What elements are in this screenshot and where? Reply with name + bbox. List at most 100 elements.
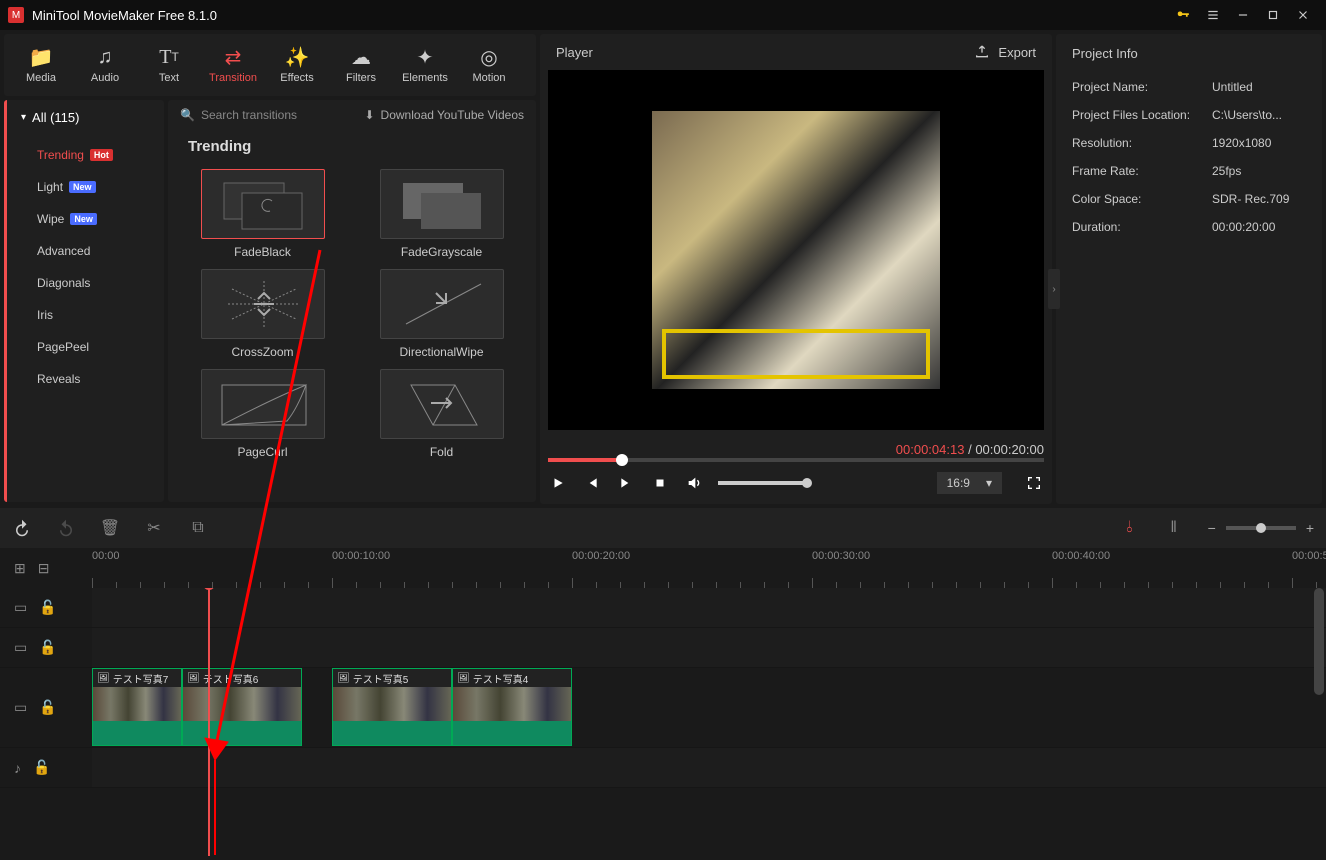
timeline-ruler[interactable]: 00:0000:00:10:0000:00:20:0000:00:30:0000… (92, 548, 1326, 588)
progress-handle[interactable] (616, 454, 628, 466)
timeline-scrollbar[interactable] (1314, 588, 1324, 856)
progress-bar[interactable] (548, 458, 1044, 462)
transition-label: PageCurl (237, 445, 287, 459)
tab-motion[interactable]: ◎Motion (458, 37, 520, 93)
zoom-in-button[interactable]: + (1306, 520, 1314, 536)
stop-button[interactable] (650, 476, 670, 490)
fullscreen-button[interactable] (1024, 475, 1044, 491)
tab-effects[interactable]: ✨Effects (266, 37, 328, 93)
video-track-icon: ▭ (14, 599, 27, 616)
add-track-button[interactable]: ⊞ (14, 560, 26, 577)
export-button[interactable]: Export (974, 44, 1036, 60)
transition-thumb[interactable] (380, 169, 504, 239)
cut-button[interactable]: ✂ (144, 518, 164, 538)
chevron-down-icon: ▾ (21, 112, 26, 123)
category-item-trending[interactable]: TrendingHot (7, 139, 164, 171)
timeline-clip[interactable]: 🖼テスト写真7 (92, 668, 182, 746)
info-value: 1920x1080 (1212, 136, 1306, 150)
zoom-slider[interactable] (1226, 526, 1296, 530)
delete-button[interactable]: 🗑 (100, 518, 120, 538)
audio-track-icon: ♪ (14, 760, 21, 776)
transition-item-directionalwipe[interactable]: DirectionalWipe (367, 269, 516, 359)
track-content[interactable] (92, 588, 1326, 627)
next-frame-button[interactable] (616, 476, 636, 490)
tab-elements-label: Elements (402, 72, 448, 84)
key-icon[interactable] (1168, 0, 1198, 30)
lock-icon[interactable]: 🔓 (39, 639, 56, 656)
category-item-pagepeel[interactable]: PagePeel (7, 331, 164, 363)
category-item-iris[interactable]: Iris (7, 299, 164, 331)
volume-slider[interactable] (718, 481, 808, 485)
tab-media[interactable]: 📁Media (10, 37, 72, 93)
aspect-ratio-select[interactable]: 16:9 ▾ (937, 472, 1002, 494)
track-content[interactable]: 🖼テスト写真7🖼テスト写真6 🖼テスト写真5🖼テスト写真4 (92, 668, 1326, 747)
info-row: Resolution:1920x1080 (1056, 129, 1322, 157)
tab-transition[interactable]: ⇄Transition (202, 37, 264, 93)
transitions-heading: Trending (168, 130, 536, 163)
transition-item-crosszoom[interactable]: CrossZoom (188, 269, 337, 359)
tab-transition-label: Transition (209, 72, 257, 84)
snap-button[interactable]: ‖ (1164, 519, 1184, 537)
category-item-advanced[interactable]: Advanced (7, 235, 164, 267)
download-youtube-button[interactable]: ⬇ Download YouTube Videos (364, 108, 524, 122)
transition-item-fadeblack[interactable]: FadeBlack (188, 169, 337, 259)
minimize-icon[interactable] (1228, 0, 1258, 30)
timeline-clip[interactable]: 🖼テスト写真4 (452, 668, 572, 746)
magnet-button[interactable]: ⫰ (1120, 519, 1140, 537)
maximize-icon[interactable] (1258, 0, 1288, 30)
download-icon: ⬇ (364, 108, 374, 122)
transition-thumb[interactable] (380, 369, 504, 439)
timeline-clip[interactable]: 🖼テスト写真6 (182, 668, 302, 746)
collapse-handle[interactable]: › (1048, 269, 1060, 309)
transitions-panel: 🔍 Search transitions ⬇ Download YouTube … (168, 100, 536, 502)
category-label: Reveals (37, 372, 80, 386)
transition-label: CrossZoom (231, 345, 293, 359)
volume-icon[interactable] (684, 475, 704, 491)
track-content[interactable] (92, 628, 1326, 667)
category-item-diagonals[interactable]: Diagonals (7, 267, 164, 299)
timeline-clip[interactable]: 🖼テスト写真5 (332, 668, 452, 746)
image-icon: 🖼 (187, 673, 200, 684)
badge-new: New (69, 181, 96, 193)
track-row-video-main: ▭🔓 🖼テスト写真7🖼テスト写真6🖼テスト写真5🖼テスト写真4 (0, 668, 1326, 748)
menu-icon[interactable] (1198, 0, 1228, 30)
info-label: Project Files Location: (1072, 108, 1212, 122)
tab-audio[interactable]: ♫Audio (74, 37, 136, 93)
category-item-light[interactable]: LightNew (7, 171, 164, 203)
search-transitions-input[interactable]: Search transitions (201, 108, 297, 122)
redo-button[interactable] (56, 519, 76, 537)
export-label: Export (998, 45, 1036, 60)
lock-icon[interactable]: 🔓 (33, 759, 50, 776)
tab-elements[interactable]: ✦Elements (394, 37, 456, 93)
category-item-reveals[interactable]: Reveals (7, 363, 164, 395)
transition-thumb[interactable] (380, 269, 504, 339)
chevron-down-icon: ▾ (986, 476, 992, 490)
transition-thumb[interactable] (201, 369, 325, 439)
undo-button[interactable] (12, 519, 32, 537)
video-preview[interactable] (548, 70, 1044, 430)
transition-item-pagecurl[interactable]: PageCurl (188, 369, 337, 459)
transition-item-fadegrayscale[interactable]: FadeGrayscale (367, 169, 516, 259)
close-icon[interactable] (1288, 0, 1318, 30)
category-label: Diagonals (37, 276, 90, 290)
track-content[interactable] (92, 748, 1326, 787)
transition-thumb[interactable] (201, 169, 325, 239)
transition-item-fold[interactable]: Fold (367, 369, 516, 459)
remove-track-button[interactable]: ⊟ (38, 560, 50, 577)
zoom-out-button[interactable]: − (1208, 520, 1216, 536)
tab-filters[interactable]: ☁Filters (330, 37, 392, 93)
crop-button[interactable]: ⧉ (188, 519, 208, 537)
lock-icon[interactable]: 🔓 (39, 599, 56, 616)
category-label: Iris (37, 308, 53, 322)
prev-frame-button[interactable] (582, 476, 602, 490)
download-label: Download YouTube Videos (381, 108, 524, 122)
lock-icon[interactable]: 🔓 (39, 699, 56, 716)
category-item-wipe[interactable]: WipeNew (7, 203, 164, 235)
tab-text[interactable]: TTText (138, 37, 200, 93)
info-value: Untitled (1212, 80, 1306, 94)
playhead[interactable] (208, 588, 210, 856)
transition-thumb[interactable] (201, 269, 325, 339)
category-header[interactable]: ▾ All (115) (7, 100, 164, 135)
play-button[interactable] (548, 476, 568, 490)
app-title: MiniTool MovieMaker Free 8.1.0 (32, 8, 217, 23)
